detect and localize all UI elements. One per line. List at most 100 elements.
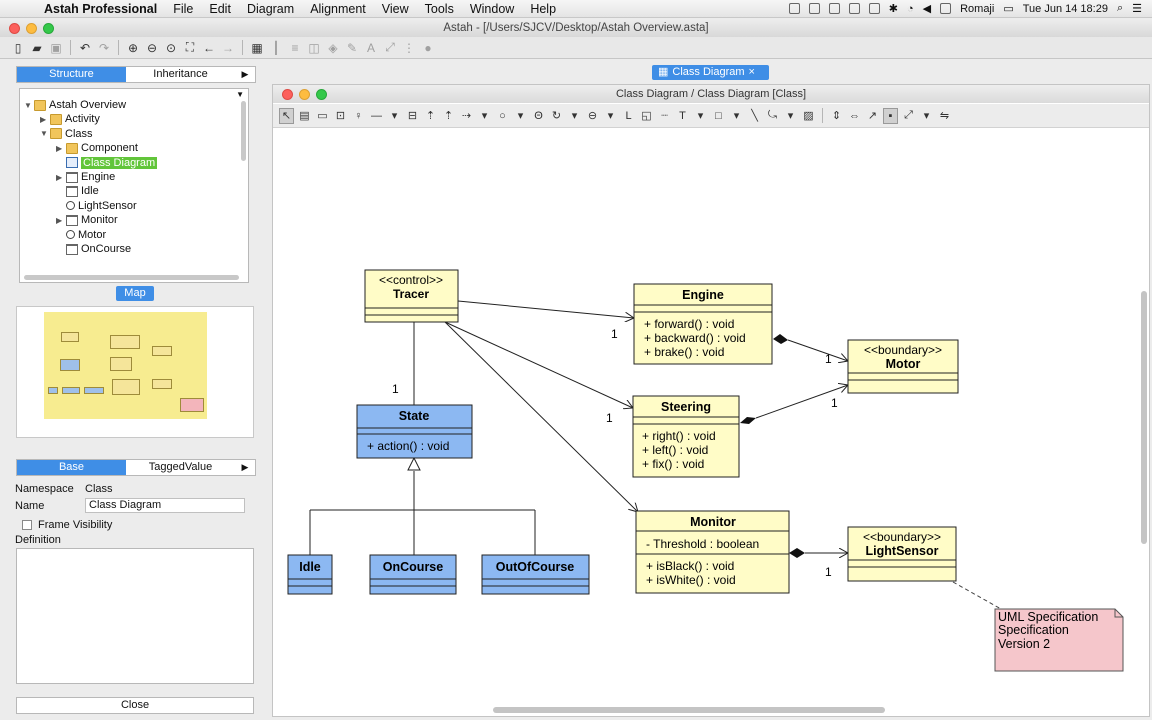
line-color-icon[interactable]: ✎ <box>344 40 360 56</box>
tree-item[interactable]: ▼ Class <box>40 127 93 141</box>
horizontal-space-icon[interactable]: ⇔ <box>847 108 862 124</box>
spotlight-search-icon[interactable]: ⌕ <box>1117 2 1123 15</box>
tree-item[interactable]: Idle <box>56 184 99 198</box>
class-tool-icon[interactable]: ▤ <box>297 108 312 124</box>
notes-icon[interactable] <box>808 3 820 14</box>
save-icon[interactable]: ▣ <box>48 40 64 56</box>
menu-diagram[interactable]: Diagram <box>239 2 302 16</box>
back-icon[interactable]: ← <box>201 40 217 56</box>
align-left-icon[interactable]: ≡ <box>287 40 303 56</box>
class-monitor[interactable]: Monitor - Threshold : boolean + isBlack(… <box>635 510 790 594</box>
note-uml-specification[interactable]: UML Specification Specification Version … <box>994 608 1124 672</box>
boundary-tool-icon[interactable]: Θ <box>531 108 546 124</box>
containment-tool-icon[interactable]: ⊖ <box>585 108 600 124</box>
tracer-steering-association[interactable] <box>444 321 633 408</box>
dropdown-icon[interactable]: ▾ <box>477 108 492 124</box>
dropdown-icon[interactable]: ▾ <box>387 108 402 124</box>
collapse-icon[interactable]: ▼ <box>40 129 50 138</box>
menu-help[interactable]: Help <box>522 2 564 16</box>
input-source-label[interactable]: Romaji <box>960 3 994 15</box>
fit-window-icon[interactable]: ⛶ <box>182 40 198 56</box>
tree-item[interactable]: ▶ Component <box>56 141 138 155</box>
structure-tree[interactable]: ▼ ▼ Astah Overview ▶ Activity ▼ Class ▶ Compone… <box>19 88 249 283</box>
forward-icon[interactable]: → <box>220 40 236 56</box>
dropdown-icon[interactable]: ▾ <box>919 108 934 124</box>
frame-tool-icon[interactable]: L <box>621 108 636 124</box>
class-oncourse[interactable]: OnCourse <box>369 554 457 595</box>
volume-icon[interactable]: ◀ <box>923 2 931 15</box>
tree-item[interactable]: ▶ Monitor <box>56 213 118 227</box>
association-class-tool-icon[interactable]: ⊟ <box>405 108 420 124</box>
menu-alignment[interactable]: Alignment <box>302 2 374 16</box>
tab-more-icon[interactable]: ▶ <box>235 460 255 475</box>
note-tool-icon[interactable]: ◱ <box>639 108 654 124</box>
input-source-icon[interactable] <box>940 3 952 14</box>
map-button[interactable]: Map <box>116 286 154 301</box>
align-vertical-icon[interactable]: ┃ <box>268 40 284 56</box>
tab-more-icon[interactable]: ▶ <box>235 67 255 82</box>
text-tool-icon[interactable]: T <box>675 108 690 124</box>
class-tracer[interactable]: <<control>> Tracer <box>364 269 459 323</box>
control-tool-icon[interactable]: ↻ <box>549 108 564 124</box>
box-icon[interactable] <box>848 3 860 14</box>
dropdown-icon[interactable]: ▾ <box>603 108 618 124</box>
map-thumbnail[interactable] <box>44 312 207 419</box>
dropdown-icon[interactable]: ▾ <box>783 108 798 124</box>
tree-item[interactable]: ▶ Activity <box>40 112 100 126</box>
class-steering[interactable]: Steering + right() : void + left() : voi… <box>632 395 740 478</box>
tracer-engine-association[interactable] <box>457 300 634 318</box>
expand-icon[interactable]: ▶ <box>40 115 50 124</box>
canvas-horizontal-scrollbar[interactable] <box>493 707 885 713</box>
grid-icon[interactable]: ▦ <box>249 40 265 56</box>
battery-icon[interactable]: ▭ <box>1003 2 1013 15</box>
freeline-tool-icon[interactable]: ⤿ <box>765 108 780 124</box>
line-style-icon[interactable]: ⤢ <box>382 40 398 56</box>
menu-window[interactable]: Window <box>462 2 522 16</box>
auto-layout-icon[interactable]: ⇋ <box>937 108 952 124</box>
class-outofcourse[interactable]: OutOfCourse <box>481 554 590 595</box>
image-tool-icon[interactable]: ▨ <box>801 108 816 124</box>
tree-item[interactable]: OnCourse <box>56 242 131 256</box>
snap-icon[interactable]: ▪ <box>883 107 898 124</box>
line-width-icon[interactable]: ⋮ <box>401 40 417 56</box>
dropdown-icon[interactable]: ▾ <box>513 108 528 124</box>
menu-tools[interactable]: Tools <box>417 2 462 16</box>
tree-dropdown-icon[interactable]: ▼ <box>236 90 244 99</box>
class-motor[interactable]: <<boundary>> Motor <box>847 339 959 394</box>
subsystem-tool-icon[interactable]: ⊡ <box>333 108 348 124</box>
class-state[interactable]: State + action() : void <box>356 404 473 459</box>
zoom-out-icon[interactable]: ⊖ <box>144 40 160 56</box>
zoom-window-button[interactable] <box>43 22 54 34</box>
class-lightsensor[interactable]: <<boundary>> LightSensor <box>847 526 957 582</box>
expand-icon[interactable]: ▶ <box>56 216 66 225</box>
name-field[interactable]: Class Diagram <box>85 498 245 513</box>
line-tool-icon[interactable]: ╲ <box>747 108 762 124</box>
map-overview[interactable] <box>16 306 254 438</box>
definition-textarea[interactable] <box>16 548 254 684</box>
class-engine[interactable]: Engine + forward() : void + backward() :… <box>633 283 773 365</box>
rectangle-tool-icon[interactable]: □ <box>711 108 726 124</box>
notification-center-icon[interactable]: ☰ <box>1132 2 1142 15</box>
checklist-icon[interactable] <box>788 3 800 14</box>
canvas-vertical-scrollbar[interactable] <box>1141 291 1147 544</box>
minimize-window-button[interactable] <box>26 22 37 34</box>
realization-tool-icon[interactable]: ⇡ <box>441 108 456 124</box>
zoom-actual-icon[interactable]: ⊙ <box>163 40 179 56</box>
tab-base[interactable]: Base <box>17 460 126 475</box>
dropdown-icon[interactable]: ▾ <box>693 108 708 124</box>
tree-item[interactable]: LightSensor <box>56 199 137 213</box>
zoom-in-icon[interactable]: ⊕ <box>125 40 141 56</box>
interface-tool-icon[interactable]: ♀ <box>351 108 366 124</box>
tree-item[interactable]: ▶ Engine <box>56 170 115 184</box>
class-idle[interactable]: Idle <box>287 554 333 595</box>
evernote-icon[interactable] <box>828 3 840 14</box>
package-tool-icon[interactable]: ▭ <box>315 108 330 124</box>
frame-visibility-checkbox[interactable] <box>22 520 32 530</box>
vertical-space-icon[interactable]: ⇕ <box>829 108 844 124</box>
menu-edit[interactable]: Edit <box>201 2 239 16</box>
bluetooth-icon[interactable]: ✱ <box>889 2 898 15</box>
wifi-icon[interactable]: ◔ <box>907 3 914 15</box>
dropdown-icon[interactable]: ▾ <box>567 108 582 124</box>
font-color-icon[interactable]: A <box>363 40 379 56</box>
tab-inheritance[interactable]: Inheritance <box>126 67 235 82</box>
